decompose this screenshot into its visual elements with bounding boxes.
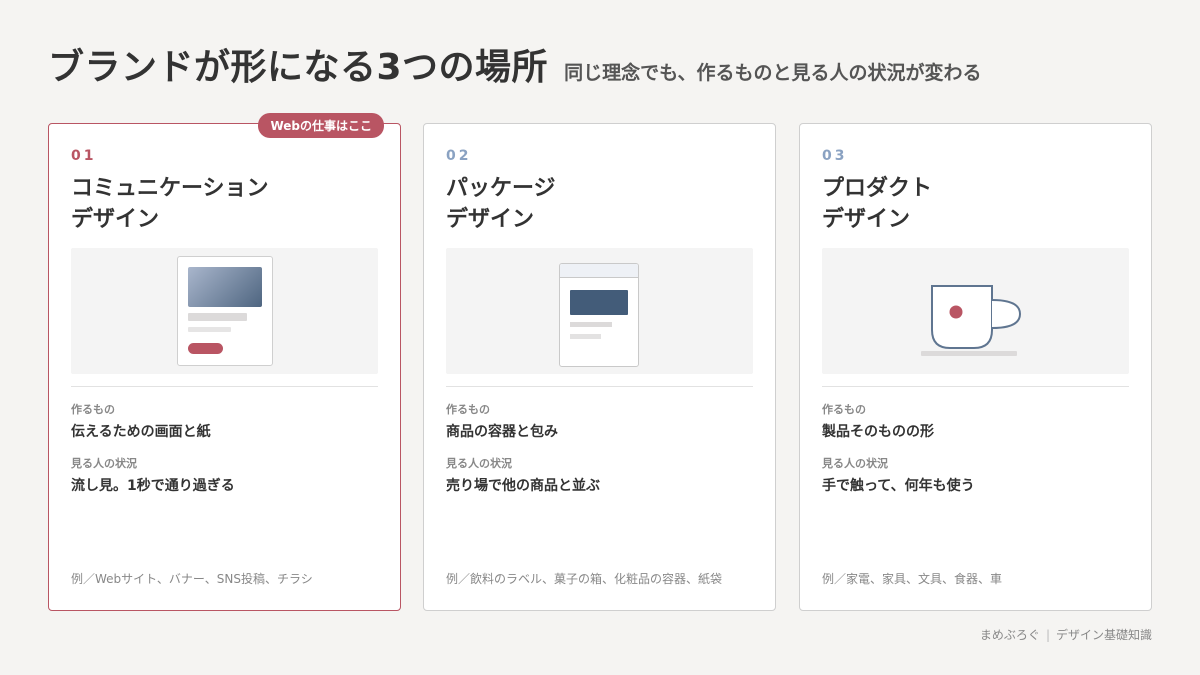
web-text-line xyxy=(188,327,231,332)
make-value: 商品の容器と包み xyxy=(446,424,558,440)
card-number: 02 xyxy=(446,148,472,164)
footer-credit: まめぶろぐ | デザイン基礎知識 xyxy=(980,626,1152,643)
card-number: 01 xyxy=(71,148,97,164)
web-hero-image xyxy=(188,267,262,307)
footer-category: デザイン基礎知識 xyxy=(1055,628,1152,642)
package-lid xyxy=(560,264,638,278)
header: ブランドが形になる3つの場所 同じ理念でも、作るものと見る人の状況が変わる xyxy=(48,50,982,86)
card-title: パッケージ デザイン xyxy=(446,173,556,235)
mug-cup-icon xyxy=(921,285,1022,356)
footer-separator: | xyxy=(1045,628,1050,642)
viewer-value: 手で触って、何年も使う xyxy=(822,478,975,494)
viewer-value: 流し見。1秒で通り過ぎる xyxy=(71,478,235,494)
card-title-line1: プロダクト xyxy=(822,176,933,201)
example-text: 例／Webサイト、バナー、SNS投稿、チラシ xyxy=(71,572,313,586)
viewer-label: 見る人の状況 xyxy=(71,457,137,470)
card-title: プロダクト デザイン xyxy=(822,173,932,235)
card-title-line1: コミュニケーション xyxy=(71,176,269,201)
card-title-line2: デザイン xyxy=(446,207,535,232)
illustration-area xyxy=(822,248,1129,374)
page-subtitle: 同じ理念でも、作るものと見る人の状況が変わる xyxy=(564,62,982,84)
make-value: 伝えるための画面と紙 xyxy=(71,424,211,440)
web-page-icon xyxy=(177,256,273,366)
footer-site-name: まめぶろぐ xyxy=(979,628,1040,642)
card-product-design: 03 プロダクト デザイン 作るもの 製品そのものの形 見る人の状況 手で触って… xyxy=(799,123,1152,611)
web-text-line xyxy=(188,313,247,321)
example-text: 例／家電、家具、文具、食器、車 xyxy=(822,572,1003,586)
make-label: 作るもの xyxy=(446,403,490,416)
make-value: 製品そのものの形 xyxy=(822,424,934,440)
viewer-label: 見る人の状況 xyxy=(446,457,512,470)
viewer-label: 見る人の状況 xyxy=(822,457,888,470)
package-text-line xyxy=(570,334,601,339)
card-title: コミュニケーション デザイン xyxy=(71,173,269,235)
card-title-line2: デザイン xyxy=(71,207,160,232)
package-label xyxy=(570,290,628,315)
divider xyxy=(822,386,1129,387)
divider xyxy=(71,386,378,387)
package-box-icon xyxy=(559,263,639,367)
page-title: ブランドが形になる3つの場所 xyxy=(48,47,549,88)
viewer-value: 売り場で他の商品と並ぶ xyxy=(446,478,600,494)
package-text-line xyxy=(570,322,612,327)
example-text: 例／飲料のラベル、菓子の箱、化粧品の容器、紙袋 xyxy=(446,572,723,586)
make-label: 作るもの xyxy=(71,403,115,416)
make-label: 作るもの xyxy=(822,403,866,416)
illustration-area xyxy=(71,248,378,374)
card-title-line2: デザイン xyxy=(822,207,911,232)
card-communication-design: Webの仕事はここ 01 コミュニケーション デザイン 作るもの 伝えるための画… xyxy=(48,113,401,611)
illustration-area xyxy=(446,248,753,374)
web-button-shape xyxy=(188,343,223,354)
card-package-design: 02 パッケージ デザイン 作るもの 商品の容器と包み 見る人の状況 売り場で他… xyxy=(423,123,776,611)
card-number: 03 xyxy=(822,148,848,164)
divider xyxy=(446,386,753,387)
card-title-line1: パッケージ xyxy=(446,176,556,201)
